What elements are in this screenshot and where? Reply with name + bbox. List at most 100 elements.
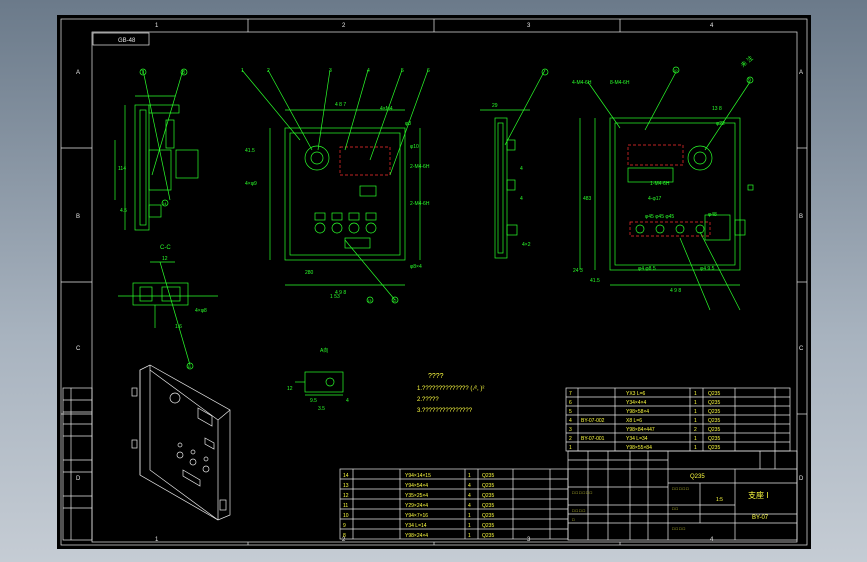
- upper-table-cell: 7: [569, 391, 572, 397]
- lower-table-cell: 8: [343, 533, 346, 539]
- svg-text:2-M4-6H: 2-M4-6H: [410, 164, 430, 170]
- svg-text:4×φ9: 4×φ9: [245, 181, 257, 187]
- upper-table-cell: Q235: [708, 445, 720, 451]
- leader-label-12: 12: [392, 298, 397, 303]
- svg-text:114: 114: [118, 166, 126, 172]
- svg-text:4×2: 4×2: [522, 242, 531, 248]
- title-drawing-code: BY-07: [752, 515, 769, 521]
- notes-line-1: 1.?????????????? ( ⁄², )²: [417, 386, 484, 392]
- lower-table-cell: Y94×54×4: [405, 483, 428, 489]
- upper-table-cell: 1: [694, 418, 697, 424]
- leader-label-4: 4: [367, 68, 370, 74]
- lower-table-cell: Y98×24×4: [405, 533, 428, 539]
- svg-text:□ □ □ □ □: □ □ □ □ □: [672, 486, 689, 491]
- svg-text:12: 12: [287, 386, 293, 392]
- svg-text:4.5: 4.5: [120, 208, 127, 214]
- svg-text:4×M4: 4×M4: [380, 106, 393, 112]
- svg-text:280: 280: [305, 270, 314, 276]
- upper-table-cell: 1: [694, 436, 697, 442]
- zone-d-left: D: [76, 476, 81, 482]
- leader-label-13: 13: [367, 298, 372, 303]
- upper-table-cell: Y34 L=34: [626, 436, 648, 442]
- lower-table-cell: 4: [468, 493, 471, 499]
- zone-d-right: D: [799, 476, 804, 482]
- lower-table-cell: 9: [343, 523, 346, 529]
- lower-table-cell: Q235: [482, 473, 494, 479]
- lower-table-cell: Y35×25×4: [405, 493, 428, 499]
- front-width-dim: 4 8 7: [335, 102, 346, 108]
- lower-table-cell: 10: [343, 513, 349, 519]
- cad-drawing-canvas: 1 2 3 4 1 2 3 4 A B C D A B C D GB-48 11…: [57, 15, 811, 549]
- lower-table-cell: 1: [468, 513, 471, 519]
- svg-text:41.5: 41.5: [245, 148, 255, 154]
- upper-table-cell: BY-07-002: [581, 418, 605, 424]
- svg-text:4 9 8: 4 9 8: [670, 288, 681, 294]
- lower-table-cell: Q235: [482, 503, 494, 509]
- leader-label-5: 5: [401, 68, 404, 74]
- upper-table-cell: X8 L=6: [626, 418, 642, 424]
- leader-label-3: 3: [329, 68, 332, 74]
- leader-label-1: 1: [241, 68, 244, 74]
- upper-table-cell: Q235: [708, 400, 720, 406]
- leader-label-8: 8: [182, 70, 185, 76]
- upper-table-cell: Y98×84×447: [626, 427, 655, 433]
- lower-table-cell: 1: [468, 523, 471, 529]
- svg-text:4-M4-6H: 4-M4-6H: [572, 80, 592, 86]
- upper-table-cell: Q235: [708, 409, 720, 415]
- upper-table-cell: 1: [569, 445, 572, 451]
- svg-text:φ8: φ8: [405, 121, 411, 127]
- svg-text:4-φ17: 4-φ17: [648, 196, 661, 202]
- lower-table-cell: Q235: [482, 523, 494, 529]
- svg-text:□ □ □ □: □ □ □ □: [572, 508, 586, 513]
- lower-table-cell: 4: [468, 483, 471, 489]
- svg-text:4: 4: [520, 196, 523, 202]
- zone-c-left: C: [76, 346, 81, 352]
- zone-c-right: C: [799, 346, 804, 352]
- upper-table-cell: 3: [569, 427, 572, 433]
- svg-text:1-M4-6H: 1-M4-6H: [650, 181, 670, 187]
- svg-text:4: 4: [520, 166, 523, 172]
- svg-text:9.5: 9.5: [310, 398, 317, 404]
- lower-table-cell: Q235: [482, 493, 494, 499]
- upper-table-cell: YX3 L=6: [626, 391, 646, 397]
- upper-table-cell: 1: [694, 391, 697, 397]
- svg-text:2-M4-6H: 2-M4-6H: [410, 201, 430, 207]
- svg-text:3.5: 3.5: [318, 406, 325, 412]
- upper-table-cell: 2: [694, 427, 697, 433]
- upper-table-cell: Q235: [708, 427, 720, 433]
- zone-b-right: B: [799, 214, 803, 220]
- lower-table-cell: 13: [343, 483, 349, 489]
- corner-code: GB-48: [118, 38, 136, 44]
- svg-text:1.6: 1.6: [175, 324, 182, 330]
- lower-table-cell: 1: [468, 473, 471, 479]
- upper-table-cell: 2: [569, 436, 572, 442]
- upper-table-cell: 1: [694, 400, 697, 406]
- upper-table-cell: 1: [694, 409, 697, 415]
- leader-label-10: 10: [673, 68, 678, 73]
- lower-table-cell: Y34 L=14: [405, 523, 427, 529]
- lower-table-cell: 1: [468, 533, 471, 539]
- lower-table-cell: Y29×24×4: [405, 503, 428, 509]
- svg-text:φ48: φ48: [708, 212, 717, 218]
- zone-a-right: A: [799, 70, 803, 76]
- title-material: Q235: [690, 474, 705, 480]
- lower-table-cell: Q235: [482, 513, 494, 519]
- lower-table-cell: 12: [343, 493, 349, 499]
- upper-table-cell: 6: [569, 400, 572, 406]
- lower-table-cell: 11: [343, 503, 348, 509]
- svg-text:4×φ8: 4×φ8: [195, 308, 207, 314]
- svg-text:φ8×4: φ8×4: [410, 264, 422, 270]
- svg-text:φ4 9.5: φ4 9.5: [700, 266, 715, 272]
- leader-label-7: 7: [141, 70, 144, 76]
- title-scale: 1:5: [716, 497, 723, 503]
- upper-table-cell: Q235: [708, 418, 720, 424]
- upper-table-cell: 1: [694, 445, 697, 451]
- svg-text:φ45 φ45 φ45: φ45 φ45 φ45: [645, 214, 674, 220]
- lower-table-cell: 4: [468, 503, 471, 509]
- svg-text:φ10: φ10: [410, 144, 419, 150]
- upper-table-cell: 5: [569, 409, 572, 415]
- upper-table-cell: BY-07-001: [581, 436, 605, 442]
- zone-b-left: B: [76, 214, 80, 220]
- leader-label-14: 14: [162, 201, 167, 206]
- front-overall-dim: 4 9 8: [335, 290, 346, 296]
